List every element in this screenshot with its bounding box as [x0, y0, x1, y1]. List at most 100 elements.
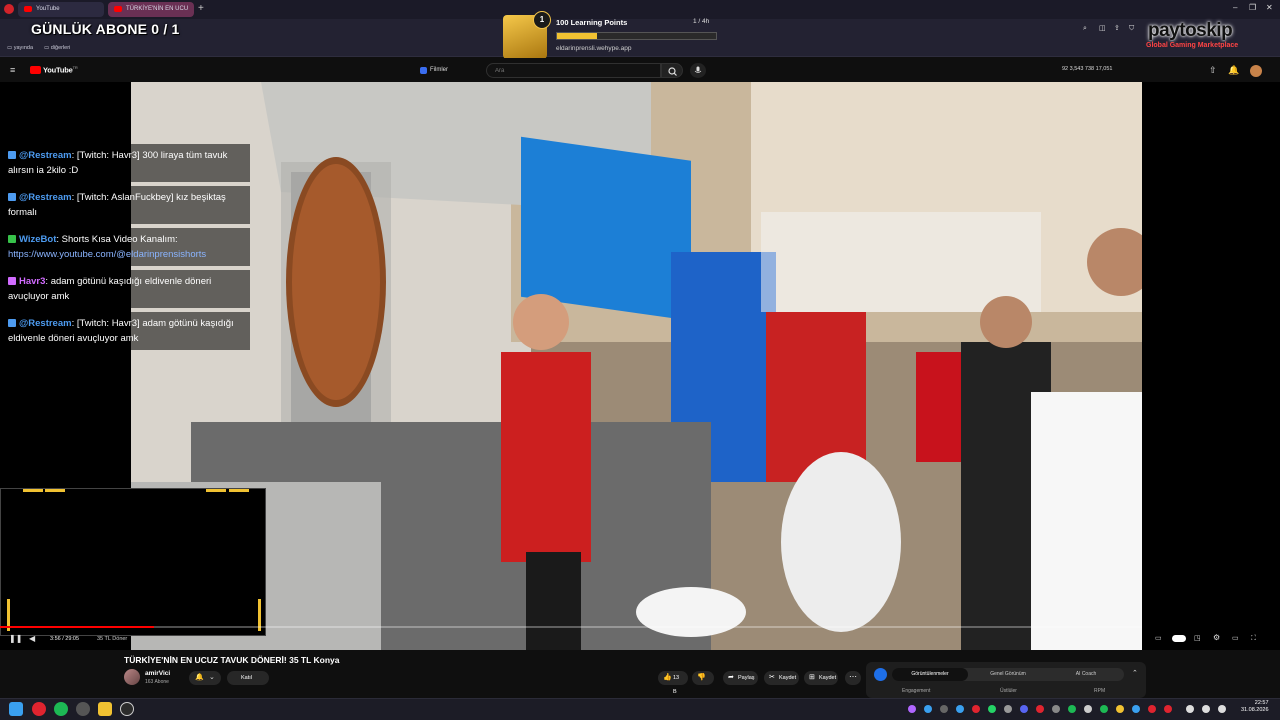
- like-button[interactable]: 👍 13 B: [658, 671, 688, 695]
- video-progress-fill: [0, 626, 155, 628]
- search-input[interactable]: [486, 63, 661, 78]
- tray-app-icon[interactable]: [1132, 705, 1140, 713]
- notifications-icon[interactable]: 🔔: [1228, 65, 1239, 75]
- miniplayer-icon[interactable]: ◳: [1194, 634, 1201, 644]
- tray-app-icon[interactable]: [1164, 705, 1172, 713]
- search-icon[interactable]: ⌕: [1083, 24, 1087, 34]
- tab-ai-coach[interactable]: AI Coach: [1048, 668, 1124, 681]
- theater-mode-icon[interactable]: ▭: [1232, 634, 1239, 644]
- wifi-icon[interactable]: [1186, 705, 1194, 713]
- tab-video[interactable]: TÜRKİYE'NİN EN UCU: [108, 2, 194, 17]
- save-button[interactable]: ⊞ Kaydet: [804, 671, 838, 685]
- tray-app-icon[interactable]: [1116, 705, 1124, 713]
- learning-points-widget: 1 100 Learning Points 1 / 4h eldarinpren…: [503, 11, 717, 59]
- youtube-favicon-icon: [24, 6, 32, 12]
- youtube-logo-icon[interactable]: [30, 66, 41, 74]
- learning-points-progress-text: 1 / 4h: [693, 18, 710, 25]
- tray-app-icon[interactable]: [956, 705, 964, 713]
- maximize-button[interactable]: ❐: [1249, 3, 1256, 12]
- tray-app-icon[interactable]: [924, 705, 932, 713]
- close-button[interactable]: ✕: [1266, 3, 1273, 12]
- webcam-frame: [0, 488, 266, 636]
- tray-app-icon[interactable]: [1148, 705, 1156, 713]
- fullscreen-icon[interactable]: ⛶: [1251, 634, 1256, 644]
- youtube-logo-text[interactable]: YouTubeTR: [43, 65, 78, 75]
- video-player[interactable]: [131, 82, 1142, 650]
- subtitles-icon[interactable]: ▭: [1155, 634, 1162, 644]
- browser-menu-icon[interactable]: [4, 4, 14, 14]
- video-chapter[interactable]: 35 TL Döner: [97, 636, 127, 642]
- shield-icon[interactable]: ⛉: [1129, 24, 1134, 34]
- spotify-tray-icon[interactable]: [1068, 705, 1076, 713]
- voice-search-button[interactable]: [690, 63, 706, 78]
- share-icon: ➦: [728, 674, 734, 681]
- autoplay-toggle[interactable]: [1172, 635, 1186, 642]
- extensions-icon[interactable]: ◫: [1099, 24, 1106, 34]
- tray-app-icon[interactable]: [1004, 705, 1012, 713]
- search-button[interactable]: [661, 63, 683, 78]
- channel-name[interactable]: amirVici: [145, 670, 170, 677]
- bookmark-folder-digerleri[interactable]: ▭ diğerleri: [44, 45, 70, 51]
- tray-app-icon[interactable]: [908, 705, 916, 713]
- minimize-button[interactable]: –: [1233, 3, 1237, 12]
- video-progress-bar[interactable]: [0, 626, 1142, 628]
- daily-subscriber-counter: GÜNLÜK ABONE 0 / 1: [31, 21, 180, 37]
- collapse-icon[interactable]: ⌃: [1132, 669, 1138, 679]
- chat-overlay: @Restream: [Twitch: Havr3] 300 liraya tü…: [4, 144, 250, 354]
- bookmark-folder-yayinda[interactable]: ▭ yayında: [7, 45, 33, 51]
- tray-app-icon[interactable]: [1036, 705, 1044, 713]
- settings-icon[interactable]: ⚙: [1213, 633, 1220, 643]
- tray-app-icon[interactable]: [1020, 705, 1028, 713]
- create-icon[interactable]: ⇧: [1209, 65, 1217, 75]
- obs-icon[interactable]: [120, 702, 134, 716]
- tray-app-icon[interactable]: [940, 705, 948, 713]
- chat-username: Havr3: [19, 276, 46, 287]
- pause-icon[interactable]: ❚❚: [9, 634, 22, 644]
- insights-column: Üstlüler: [1000, 688, 1017, 694]
- file-explorer-icon[interactable]: [98, 702, 112, 716]
- clip-icon: ✂: [769, 674, 775, 681]
- share-button[interactable]: ➦ Paylaş: [723, 671, 758, 685]
- chat-platform-icon: [8, 151, 16, 159]
- more-actions-button[interactable]: ⋯: [845, 671, 861, 685]
- chat-username: @Restream: [19, 150, 72, 161]
- hamburger-menu-icon[interactable]: ≡: [10, 65, 15, 75]
- windows-start-icon[interactable]: [9, 702, 23, 716]
- chat-link[interactable]: https://www.youtube.com/@eldarinprensish…: [8, 249, 206, 260]
- new-tab-button[interactable]: +: [198, 3, 204, 15]
- settings-app-icon[interactable]: [76, 702, 90, 716]
- volume-icon[interactable]: ◀: [29, 634, 35, 644]
- clip-button[interactable]: ✂ Kaydet: [764, 671, 799, 685]
- youtube-region-label: TR: [72, 65, 78, 70]
- volume-tray-icon[interactable]: [1202, 705, 1210, 713]
- tray-app-icon[interactable]: [1100, 705, 1108, 713]
- spotify-icon[interactable]: [54, 702, 68, 716]
- tab-youtube[interactable]: YouTube: [18, 2, 104, 17]
- chevron-down-icon: ⌄: [209, 674, 215, 681]
- tray-app-icon[interactable]: [972, 705, 980, 713]
- tray-app-icon[interactable]: [1084, 705, 1092, 713]
- save-icon: ⊞: [809, 674, 815, 681]
- join-button[interactable]: Katıl: [227, 671, 269, 685]
- avatar[interactable]: [1250, 65, 1262, 77]
- tab-overview[interactable]: Genel Görünüm: [970, 668, 1046, 681]
- battery-icon[interactable]: [1218, 705, 1226, 713]
- extension-stats: 92 3,543 738 17,051: [1062, 66, 1113, 72]
- opera-browser-icon[interactable]: [32, 702, 46, 716]
- tab-views[interactable]: Görüntülenmeler: [892, 668, 968, 681]
- tray-app-icon[interactable]: [1052, 705, 1060, 713]
- share-icon[interactable]: ⇪: [1114, 24, 1120, 34]
- subscription-bell-button[interactable]: 🔔 ⌄: [189, 671, 221, 685]
- learning-points-progress-fill: [557, 33, 597, 39]
- dislike-button[interactable]: 👎: [692, 671, 714, 685]
- chat-message: @Restream: [Twitch: Havr3] adam götünü k…: [4, 312, 250, 350]
- channel-avatar[interactable]: [124, 669, 140, 685]
- whatsapp-icon[interactable]: [988, 705, 996, 713]
- learning-points-title: 100 Learning Points: [556, 18, 628, 27]
- dislike-icon: 👎: [697, 674, 706, 681]
- films-chip[interactable]: Filmler: [418, 64, 448, 77]
- tab-label: YouTube: [36, 6, 60, 12]
- chat-platform-icon: [8, 193, 16, 201]
- video-frame-scene: [131, 82, 1142, 650]
- taskbar-clock[interactable]: 22:57 31.08.2026: [1241, 700, 1269, 714]
